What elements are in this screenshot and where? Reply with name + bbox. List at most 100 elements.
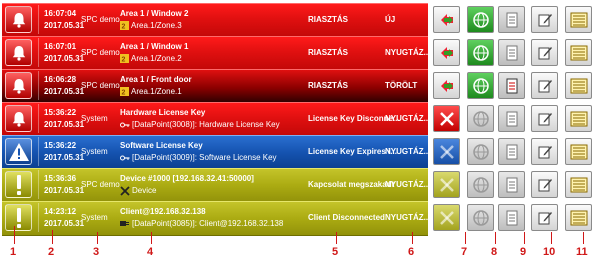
divider	[38, 170, 39, 199]
alarm-state: TÖRÖLT	[385, 81, 418, 90]
log-button[interactable]	[565, 138, 592, 165]
marker-line	[495, 232, 496, 244]
alarm-detail: [DataPoint(3008)]: Hardware License Key	[132, 120, 280, 129]
log-button[interactable]	[565, 39, 592, 66]
bell-icon	[5, 105, 32, 132]
alarm-time: 15:36:36	[44, 174, 77, 183]
edit-button[interactable]	[531, 6, 558, 33]
close-icon	[439, 177, 455, 193]
marker-line	[412, 232, 413, 244]
alarm-sublocation: [DataPoint(3008)]: Hardware License Key	[120, 120, 280, 130]
edit-button[interactable]	[531, 39, 558, 66]
alarm-state: NYUGTÁZ...	[385, 114, 431, 123]
details-button[interactable]	[498, 72, 525, 99]
close-button[interactable]	[433, 105, 460, 132]
close-button[interactable]	[433, 171, 460, 198]
alarm-row[interactable]: 15:36:22 2017.05.31 System Software Lice…	[2, 135, 430, 170]
divider	[38, 38, 39, 67]
alarm-status: RIASZTÁS	[308, 81, 348, 90]
column-number: 9	[520, 246, 527, 258]
svg-text:2: 2	[122, 57, 126, 64]
log-button[interactable]	[565, 6, 592, 33]
globe-icon	[472, 143, 490, 161]
alarm-detail: Area.1/Zone.2	[131, 54, 182, 63]
alarm-date: 2017.05.31	[44, 219, 85, 228]
edit-icon	[537, 177, 553, 193]
alarm-sublocation: Device	[120, 186, 156, 196]
alarm-date: 2017.05.31	[44, 54, 85, 63]
alarm-state: NYUGTÁZ...	[385, 48, 431, 57]
map-button[interactable]	[467, 72, 494, 99]
alarm-row[interactable]: 15:36:22 2017.05.31 System Hardware Lice…	[2, 102, 431, 137]
alarm-status: RIASZTÁS	[308, 15, 348, 24]
details-button[interactable]	[498, 105, 525, 132]
warning-icon	[5, 138, 32, 165]
alarm-detail: Area.1/Zone.1	[131, 87, 182, 96]
svg-text:2: 2	[122, 24, 126, 31]
alarm-sublocation: 2 Area.1/Zone.3	[120, 21, 182, 31]
column-number: 6	[408, 246, 415, 258]
edit-button[interactable]	[531, 72, 558, 99]
return-icon	[438, 77, 456, 95]
alarm-location: Area 1 / Window 2	[120, 9, 189, 18]
alarm-location: Area 1 / Front door	[120, 75, 192, 84]
close-icon	[439, 144, 455, 160]
return-icon	[438, 44, 456, 62]
acknowledge-button[interactable]	[433, 39, 460, 66]
acknowledge-button[interactable]	[433, 6, 460, 33]
column-number: 8	[491, 246, 498, 258]
map-button[interactable]	[467, 105, 494, 132]
alarm-row[interactable]: 14:23:12 2017.05.31 System Client@192.16…	[2, 201, 431, 236]
details-button[interactable]	[498, 6, 525, 33]
alarm-state: ÚJ	[385, 15, 396, 24]
edit-button[interactable]	[531, 105, 558, 132]
close-icon	[439, 210, 455, 226]
marker-line	[151, 232, 152, 244]
alarm-row[interactable]: 16:07:04 2017.05.31 SPC demo Area 1 / Wi…	[2, 3, 428, 38]
log-button[interactable]	[565, 204, 592, 231]
column-number: 11	[576, 246, 588, 258]
map-button[interactable]	[467, 204, 494, 231]
alarm-source: SPC demo	[81, 81, 120, 90]
edit-button[interactable]	[531, 138, 558, 165]
divider	[38, 104, 39, 133]
alarm-time: 15:36:22	[44, 141, 77, 150]
divider	[38, 137, 39, 166]
map-button[interactable]	[467, 138, 494, 165]
alarm-row[interactable]: 16:06:28 2017.05.31 SPC demo Area 1 / Fr…	[2, 69, 428, 104]
details-button[interactable]	[498, 138, 525, 165]
details-button[interactable]	[498, 204, 525, 231]
map-button[interactable]	[467, 6, 494, 33]
alarm-status: License Key Expires i...	[308, 147, 397, 156]
alarm-location: Hardware License Key	[120, 108, 206, 117]
details-button[interactable]	[498, 171, 525, 198]
alarm-status: Client Disconnected	[308, 213, 385, 222]
divider	[38, 71, 39, 100]
map-button[interactable]	[467, 39, 494, 66]
edit-button[interactable]	[531, 204, 558, 231]
list-icon	[570, 78, 588, 94]
alarm-date: 2017.05.31	[44, 186, 85, 195]
exclamation-icon	[5, 204, 32, 231]
acknowledge-button[interactable]	[433, 72, 460, 99]
edit-button[interactable]	[531, 171, 558, 198]
alarm-row[interactable]: 15:36:36 2017.05.31 SPC demo Device #100…	[2, 168, 430, 203]
log-button[interactable]	[565, 171, 592, 198]
alarm-state: NYUGTÁZ...	[385, 213, 431, 222]
list-icon	[570, 177, 588, 193]
svg-text:2: 2	[122, 90, 126, 97]
alarm-detail: Area.1/Zone.3	[131, 21, 182, 30]
edit-icon	[537, 111, 553, 127]
bell-icon	[5, 39, 32, 66]
map-button[interactable]	[467, 171, 494, 198]
alarm-row[interactable]: 16:07:01 2017.05.31 SPC demo Area 1 / Wi…	[2, 36, 431, 71]
details-button[interactable]	[498, 39, 525, 66]
bell-icon	[5, 6, 32, 33]
marker-line	[14, 226, 15, 244]
close-button[interactable]	[433, 138, 460, 165]
close-button[interactable]	[433, 204, 460, 231]
list-icon	[570, 12, 588, 28]
alarm-date: 2017.05.31	[44, 87, 85, 96]
log-button[interactable]	[565, 105, 592, 132]
log-button[interactable]	[565, 72, 592, 99]
